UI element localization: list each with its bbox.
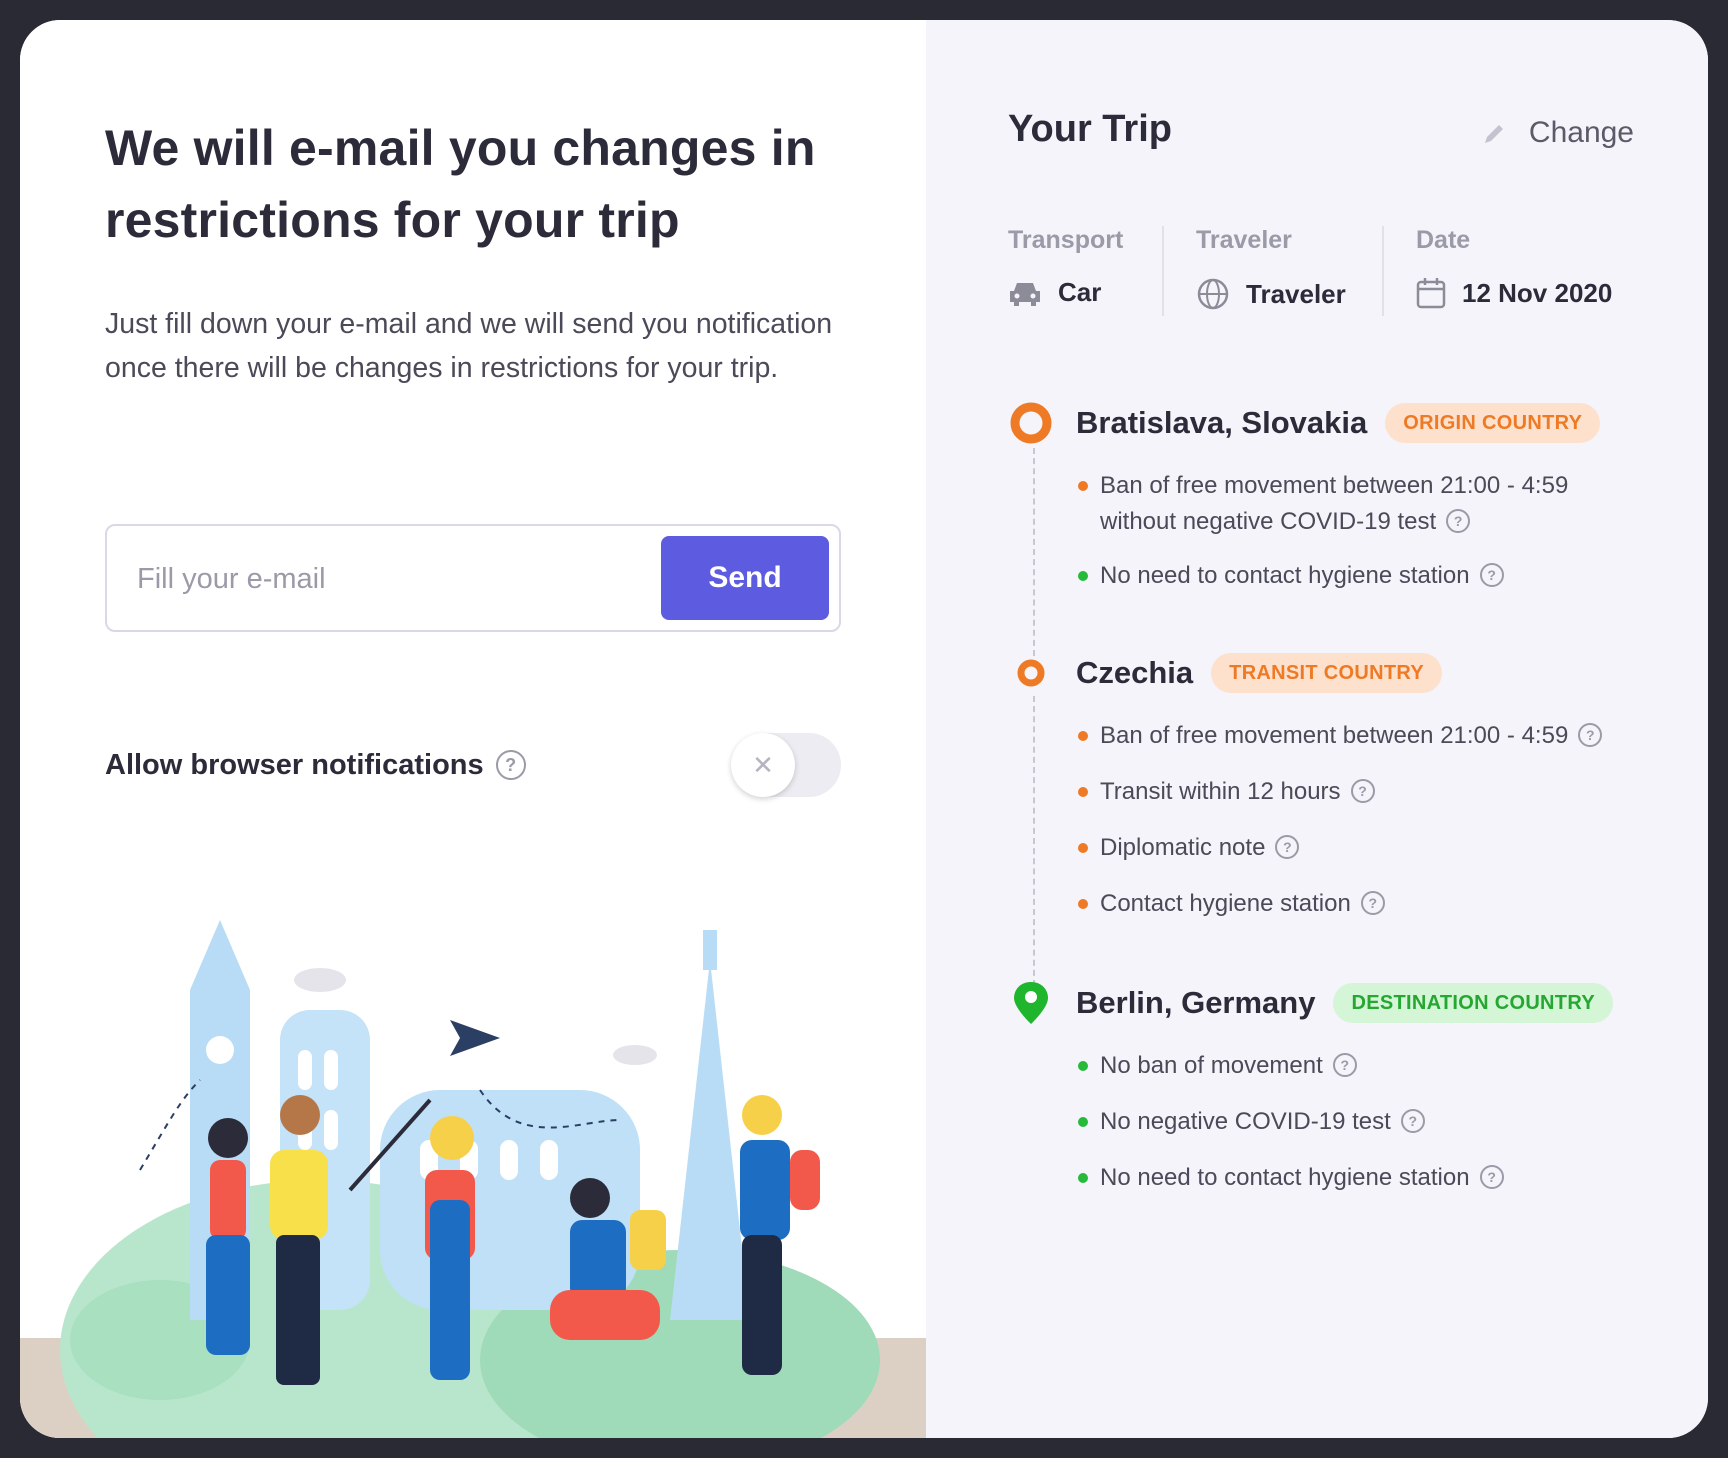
traveler-info: Traveler Traveler — [1162, 226, 1382, 316]
status-badge: TRANSIT COUNTRY — [1211, 653, 1443, 693]
help-icon[interactable]: ? — [495, 750, 526, 780]
restriction-item: Transit within 12 hours ? — [1078, 774, 1658, 810]
help-icon[interactable]: ? — [1479, 563, 1504, 587]
restriction-item: Ban of free movement between 21:00 - 4:5… — [1078, 468, 1598, 540]
restriction-text: Contact hygiene station — [1100, 890, 1351, 917]
transit-marker-icon — [1017, 659, 1045, 687]
page-title: We will e-mail you changes in restrictio… — [105, 120, 816, 248]
notifications-toggle[interactable]: ✕ — [731, 733, 841, 797]
email-field[interactable] — [137, 556, 617, 602]
email-form: Send — [105, 524, 841, 632]
restriction-item: No ban of movement ? — [1078, 1048, 1658, 1084]
help-icon[interactable]: ? — [1479, 1165, 1504, 1189]
restriction-item: No need to contact hygiene station ? — [1078, 558, 1658, 594]
status-dot — [1078, 1061, 1088, 1071]
trip-meta: Transport Car Traveler Traveler Date 12 … — [1008, 226, 1634, 316]
restriction-item: Contact hygiene station ? — [1078, 886, 1658, 922]
status-badge: ORIGIN COUNTRY — [1385, 403, 1601, 443]
status-dot — [1078, 731, 1088, 741]
status-dot — [1078, 843, 1088, 853]
status-dot — [1078, 899, 1088, 909]
status-badge: DESTINATION COUNTRY — [1333, 983, 1613, 1023]
status-dot — [1078, 1117, 1088, 1127]
send-button[interactable]: Send — [661, 536, 829, 620]
restriction-text: No need to contact hygiene station — [1100, 562, 1470, 589]
device-frame: We will e-mail you changes in restrictio… — [0, 0, 1728, 1458]
restriction-text: Transit within 12 hours — [1100, 778, 1341, 805]
restriction-item: No negative COVID-19 test ? — [1078, 1104, 1658, 1140]
help-icon[interactable]: ? — [1350, 779, 1375, 803]
trip-panel: Your Trip Change Transport Car Traveler … — [926, 20, 1708, 1438]
stop-name: Bratislava, Slovakia — [1076, 405, 1368, 440]
car-icon — [1010, 282, 1040, 306]
transport-value: Car — [1058, 277, 1102, 307]
restriction-text: No ban of movement — [1100, 1052, 1323, 1079]
trip-title: Your Trip — [1008, 108, 1172, 150]
transport-info: Transport Car — [1008, 226, 1162, 316]
help-icon[interactable]: ? — [1360, 891, 1385, 915]
date-info: Date 12 Nov 2020 — [1382, 226, 1634, 316]
help-icon[interactable]: ? — [1275, 835, 1300, 859]
status-dot — [1078, 481, 1088, 491]
stop-origin: Bratislava, Slovakia ORIGIN COUNTRY Ban … — [1008, 398, 1658, 594]
restriction-item: Ban of free movement between 21:00 - 4:5… — [1078, 718, 1658, 754]
restriction-item: No need to contact hygiene station ? — [1078, 1160, 1658, 1196]
notifications-label: Allow browser notifications — [105, 748, 484, 781]
traveler-label: Traveler — [1196, 226, 1292, 254]
restriction-text: No need to contact hygiene station — [1100, 1164, 1470, 1191]
help-icon[interactable]: ? — [1400, 1109, 1425, 1133]
destination-pin-icon — [1014, 982, 1048, 1024]
status-dot — [1078, 1173, 1088, 1183]
stop-name: Berlin, Germany — [1076, 985, 1316, 1020]
intro-text: Just fill down your e-mail and we will s… — [105, 308, 833, 384]
stop-destination: Berlin, Germany DESTINATION COUNTRY No b… — [1008, 978, 1658, 1196]
status-dot — [1078, 571, 1088, 581]
close-icon: ✕ — [752, 749, 774, 780]
notifications-row: Allow browser notifications ? ✕ — [105, 730, 841, 800]
calendar-icon — [1416, 278, 1446, 309]
date-label: Date — [1416, 226, 1471, 254]
toggle-knob: ✕ — [731, 733, 795, 797]
date-value: 12 Nov 2020 — [1462, 277, 1613, 308]
stop-name: Czechia — [1076, 655, 1194, 690]
origin-marker-icon — [1010, 402, 1052, 444]
status-dot — [1078, 787, 1088, 797]
traveler-value: Traveler — [1246, 278, 1346, 309]
help-icon[interactable]: ? — [1332, 1053, 1357, 1077]
restriction-item: Diplomatic note ? — [1078, 830, 1658, 866]
restriction-text: Diplomatic note — [1100, 834, 1266, 861]
globe-icon — [1197, 278, 1229, 310]
restriction-text: Ban of free movement between 21:00 - 4:5… — [1100, 722, 1569, 749]
subscribe-panel: We will e-mail you changes in restrictio… — [20, 20, 926, 1438]
transport-label: Transport — [1008, 226, 1124, 254]
change-label: Change — [1528, 116, 1634, 149]
restriction-text: Ban of free movement between 21:00 - 4:5… — [1100, 472, 1569, 535]
help-icon[interactable]: ? — [1446, 508, 1471, 533]
change-button[interactable]: Change — [1481, 116, 1634, 150]
restriction-text: No negative COVID-19 test — [1100, 1108, 1391, 1135]
stop-transit: Czechia TRANSIT COUNTRY Ban of free move… — [1008, 648, 1658, 922]
pencil-icon — [1484, 125, 1503, 143]
trip-card: We will e-mail you changes in restrictio… — [20, 20, 1708, 1438]
travelers-illustration — [20, 920, 926, 1438]
help-icon[interactable]: ? — [1578, 723, 1603, 747]
